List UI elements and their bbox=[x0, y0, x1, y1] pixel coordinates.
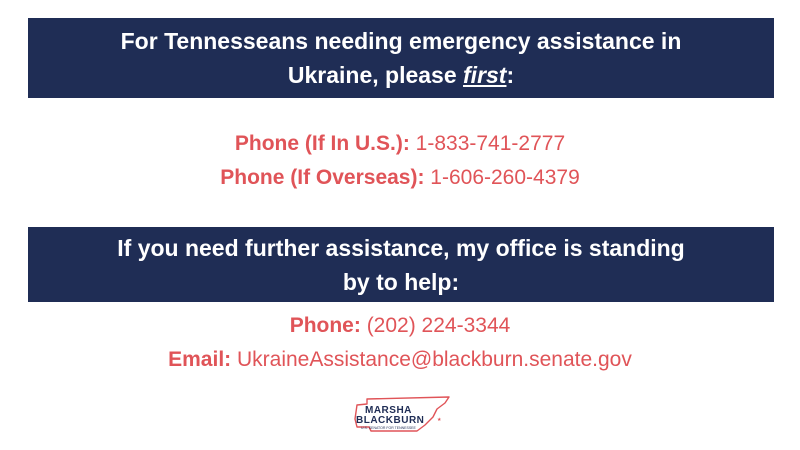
phone-us-label: Phone (If In U.S.): bbox=[234, 132, 410, 155]
phone-us-number[interactable]: 1-833-741-2777 bbox=[410, 132, 565, 155]
logo-tagline: U.S. SENATOR FOR TENNESSEE bbox=[361, 426, 416, 430]
office-email-label: Email: bbox=[168, 348, 232, 371]
office-phone-line: Phone: (202) 224-3344 bbox=[0, 313, 800, 339]
logo-last-name: BLACKBURN bbox=[356, 415, 425, 426]
phone-us-line: Phone (If In U.S.): 1-833-741-2777 bbox=[0, 131, 800, 157]
marsha-blackburn-logo: ★ MARSHA BLACKBURN U.S. SENATOR FOR TENN… bbox=[353, 395, 451, 435]
emergency-assistance-banner: For Tennesseans needing emergency assist… bbox=[28, 18, 774, 98]
office-email-line: Email: UkraineAssistance@blackburn.senat… bbox=[0, 347, 800, 373]
office-phone-number[interactable]: (202) 224-3344 bbox=[361, 314, 511, 337]
first-emphasis: first bbox=[463, 62, 507, 88]
banner-line-1: For Tennesseans needing emergency assist… bbox=[120, 28, 682, 54]
banner-line-2: Ukraine, please first: bbox=[287, 62, 515, 88]
phone-overseas-line: Phone (If Overseas): 1-606-260-4379 bbox=[0, 165, 800, 191]
phone-overseas-number[interactable]: 1-606-260-4379 bbox=[424, 166, 579, 189]
svg-text:★: ★ bbox=[437, 417, 442, 423]
banner-line-2: by to help: bbox=[342, 268, 460, 295]
banner-line-1: If you need further assistance, my offic… bbox=[117, 234, 685, 261]
further-assistance-banner: If you need further assistance, my offic… bbox=[28, 227, 774, 302]
office-phone-label: Phone: bbox=[289, 314, 361, 337]
office-email-address[interactable]: UkraineAssistance@blackburn.senate.gov bbox=[231, 348, 632, 371]
phone-overseas-label: Phone (If Overseas): bbox=[220, 166, 425, 189]
